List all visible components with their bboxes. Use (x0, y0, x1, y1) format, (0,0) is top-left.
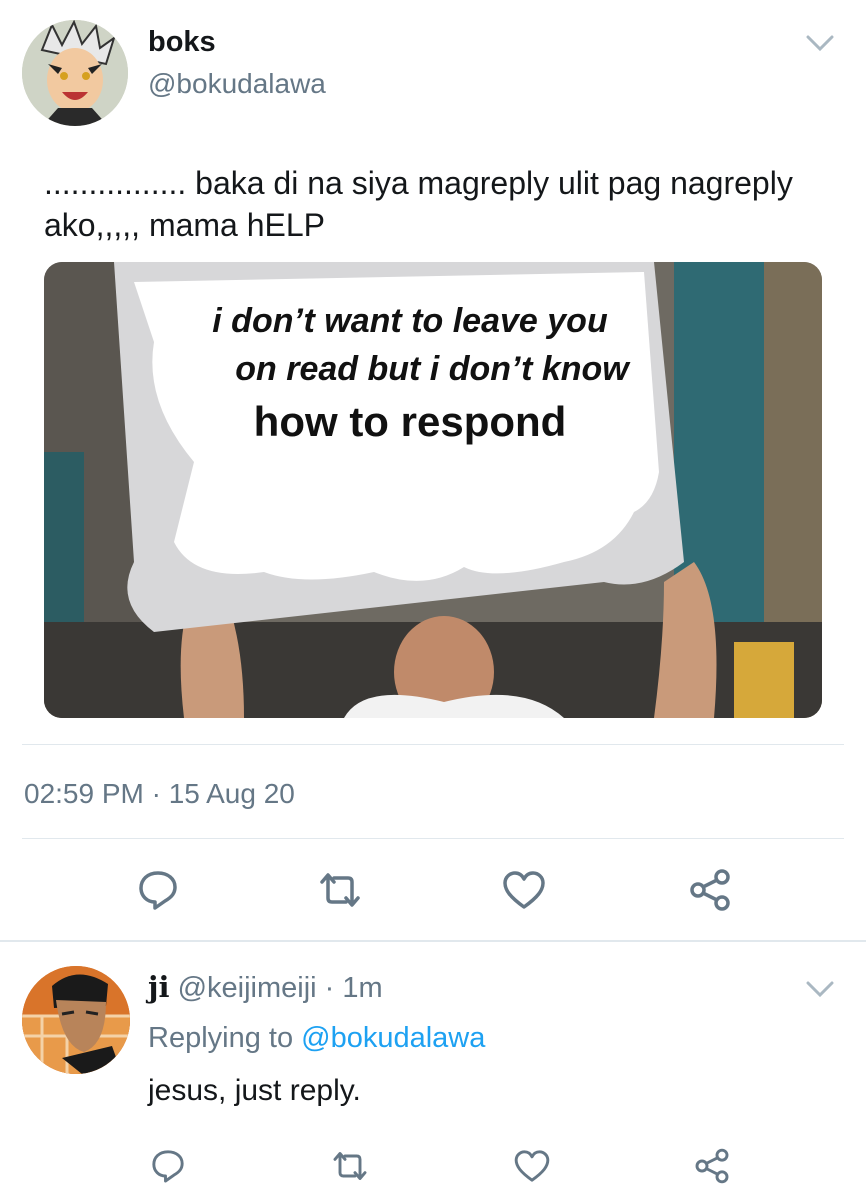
reply-icon[interactable] (148, 1146, 188, 1186)
share-icon[interactable] (692, 1146, 732, 1186)
image-text-line: how to respond (253, 398, 567, 445)
like-icon[interactable] (500, 866, 548, 914)
image-text-line: i don’t want to leave you (212, 302, 608, 340)
divider (0, 940, 866, 942)
reply-author-avatar[interactable] (22, 966, 130, 1074)
reply-header: ji @keijimeiji · 1m (148, 970, 383, 1005)
like-icon[interactable] (512, 1146, 552, 1186)
replying-to: Replying to @bokudalawa (148, 1022, 485, 1055)
retweet-icon[interactable] (330, 1146, 370, 1186)
author-avatar[interactable] (22, 20, 128, 126)
tweet-timestamp[interactable]: 02:59 PM · 15 Aug 20 (24, 778, 295, 810)
chevron-down-icon[interactable] (806, 34, 834, 52)
author-display-name[interactable]: boks (148, 26, 216, 59)
author-handle[interactable]: @bokudalawa (148, 68, 326, 100)
image-text-line: on read but i don’t know (235, 350, 629, 388)
divider (22, 838, 844, 839)
replying-to-mention[interactable]: @bokudalawa (301, 1022, 485, 1054)
reply-icon[interactable] (134, 866, 182, 914)
tweet-text: ................ baka di na siya magrepl… (44, 165, 793, 243)
replying-to-label: Replying to (148, 1022, 294, 1054)
retweet-icon[interactable] (316, 866, 364, 914)
share-icon[interactable] (686, 866, 734, 914)
divider (22, 744, 844, 745)
reply-handle-time[interactable]: @keijimeiji · 1m (178, 972, 383, 1004)
chevron-down-icon[interactable] (806, 980, 834, 998)
reply-text: jesus, just reply. (148, 1074, 361, 1107)
reply-author-name[interactable]: ji (148, 970, 170, 1004)
